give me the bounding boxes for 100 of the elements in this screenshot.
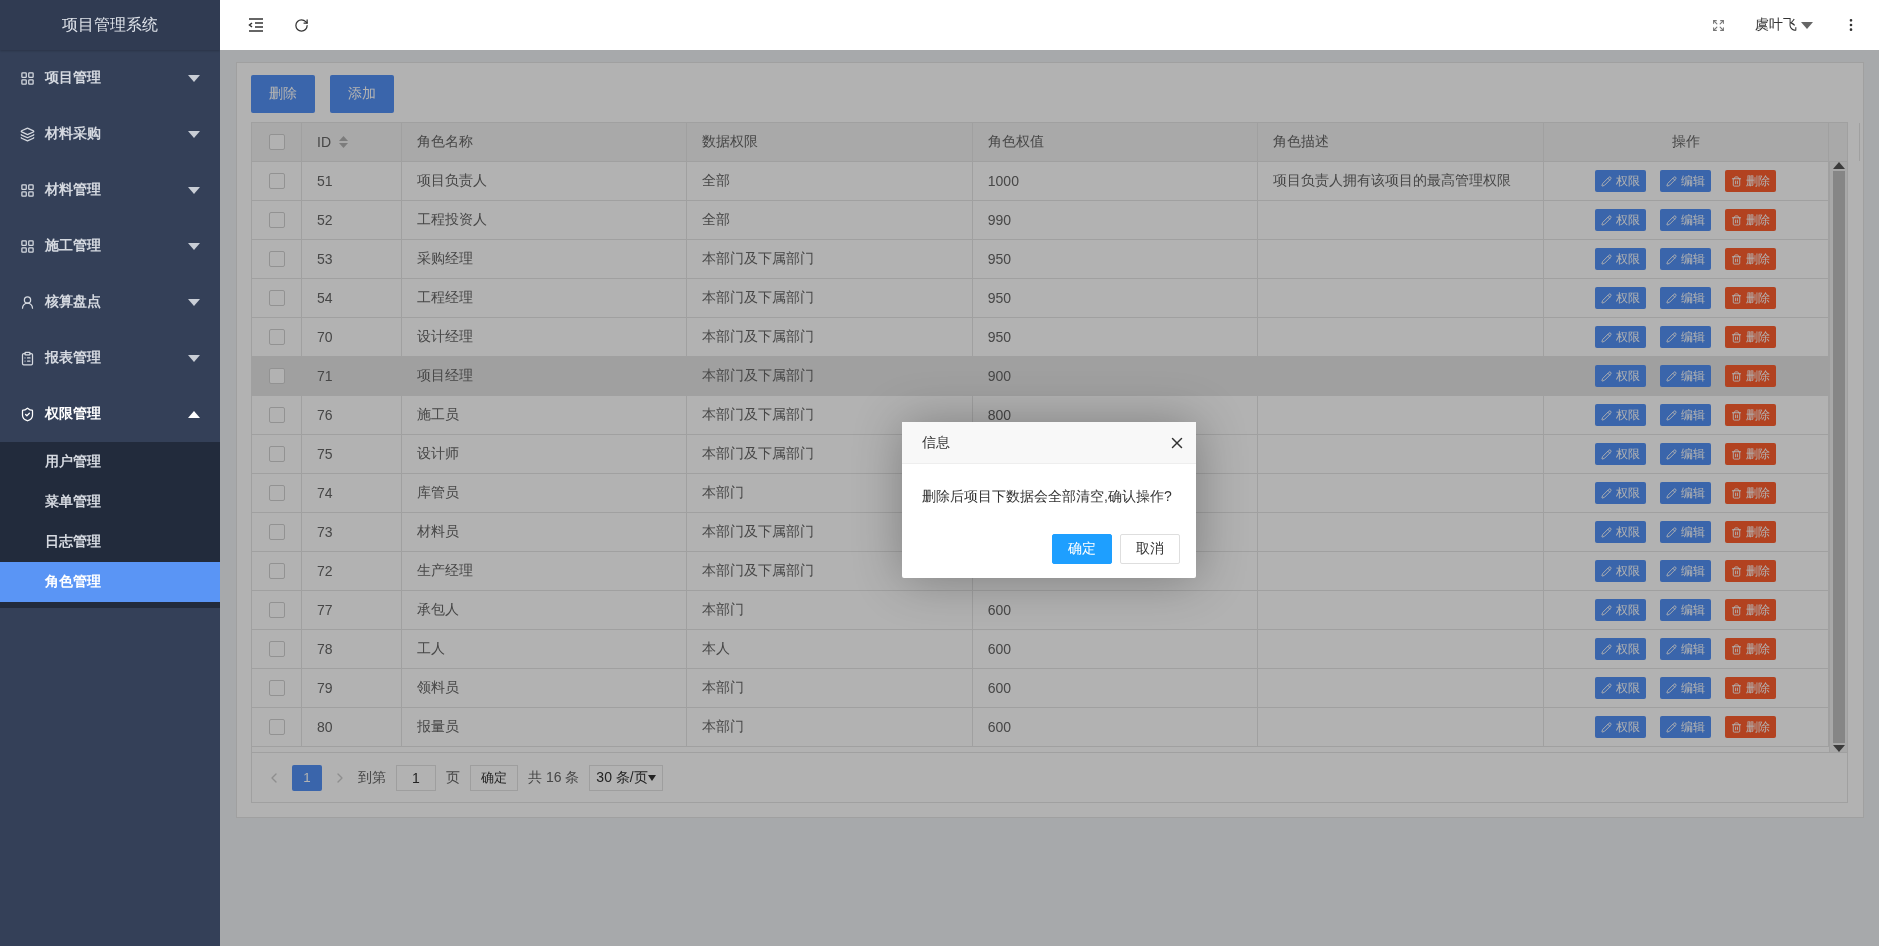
edit-button[interactable]: 编辑 [1660, 677, 1712, 699]
delete-button[interactable]: 删除 [1725, 560, 1777, 582]
table-cell: 设计经理 [417, 328, 473, 346]
edit-button[interactable]: 权限 [1595, 599, 1647, 621]
menu-item[interactable]: 施工管理 [0, 218, 220, 274]
edit-button[interactable]: 编辑 [1660, 170, 1712, 192]
edit-button[interactable]: 编辑 [1660, 482, 1712, 504]
checkbox[interactable] [268, 251, 285, 267]
edit-button[interactable]: 编辑 [1660, 638, 1712, 660]
toolbar-button[interactable]: 删除 [251, 75, 315, 113]
edit-button[interactable]: 权限 [1595, 209, 1647, 231]
delete-button[interactable]: 删除 [1725, 638, 1777, 660]
toolbar-button[interactable]: 添加 [330, 75, 394, 113]
edit-button[interactable]: 编辑 [1660, 326, 1712, 348]
table-row[interactable]: 76 施工员 本部门及下属部门 800 权限 编辑 删除 [252, 396, 1829, 435]
edit-button[interactable]: 权限 [1595, 443, 1647, 465]
table-row[interactable]: 52 工程投资人 全部 990 权限 编辑 删除 [252, 201, 1829, 240]
edit-button[interactable]: 编辑 [1660, 404, 1712, 426]
delete-button[interactable]: 删除 [1725, 521, 1777, 543]
scrollbar[interactable] [1829, 162, 1847, 752]
edit-button[interactable]: 权限 [1595, 521, 1647, 543]
page-size-select[interactable]: 30 条/页 [589, 764, 664, 791]
caret-icon [188, 74, 200, 82]
edit-button[interactable]: 编辑 [1660, 560, 1712, 582]
fullscreen-icon[interactable] [1712, 18, 1725, 32]
delete-button[interactable]: 删除 [1725, 599, 1777, 621]
table-row[interactable]: 51 项目负责人 全部 1000 项目负责人拥有该项目的最高管理权限 权限 编辑 删除 [252, 162, 1829, 201]
table-row[interactable]: 80 报量员 本部门 600 权限 编辑 删除 [252, 708, 1829, 747]
edit-button[interactable]: 权限 [1595, 365, 1647, 387]
submenu-item[interactable]: 用户管理 [0, 442, 220, 482]
edit-button[interactable]: 编辑 [1660, 443, 1712, 465]
submenu-item[interactable]: 日志管理 [0, 522, 220, 562]
edit-button[interactable]: 编辑 [1660, 599, 1712, 621]
checkbox[interactable] [268, 329, 285, 345]
delete-button[interactable]: 删除 [1725, 677, 1777, 699]
menu-item[interactable]: 材料采购 [0, 106, 220, 162]
checkbox[interactable] [268, 680, 285, 696]
delete-button[interactable]: 删除 [1725, 716, 1777, 738]
edit-button[interactable]: 权限 [1595, 482, 1647, 504]
table-row[interactable]: 54 工程经理 本部门及下属部门 950 权限 编辑 删除 [252, 279, 1829, 318]
checkbox[interactable] [268, 212, 285, 228]
checkbox[interactable] [268, 563, 285, 579]
refresh-icon[interactable] [294, 17, 309, 33]
table-row[interactable]: 77 承包人 本部门 600 权限 编辑 删除 [252, 591, 1829, 630]
edit-button[interactable]: 权限 [1595, 560, 1647, 582]
checkbox[interactable] [268, 134, 285, 150]
submenu-item[interactable]: 角色管理 [0, 562, 220, 602]
table-row[interactable]: 53 采购经理 本部门及下属部门 950 权限 编辑 删除 [252, 240, 1829, 279]
page-button[interactable]: 1 [292, 764, 322, 791]
edit-button[interactable]: 编辑 [1660, 287, 1712, 309]
edit-button[interactable]: 权限 [1595, 170, 1647, 192]
checkbox[interactable] [268, 173, 285, 189]
delete-button[interactable]: 删除 [1725, 365, 1777, 387]
table-cell: 项目负责人拥有该项目的最高管理权限 [1273, 172, 1512, 190]
menu-item[interactable]: 材料管理 [0, 162, 220, 218]
edit-button[interactable]: 权限 [1595, 638, 1647, 660]
edit-button[interactable]: 权限 [1595, 326, 1647, 348]
edit-button[interactable]: 编辑 [1660, 521, 1712, 543]
checkbox[interactable] [268, 290, 285, 306]
edit-button[interactable]: 编辑 [1660, 716, 1712, 738]
edit-button[interactable]: 权限 [1595, 677, 1647, 699]
checkbox[interactable] [268, 719, 285, 735]
delete-button[interactable]: 删除 [1725, 443, 1777, 465]
edit-button[interactable]: 权限 [1595, 248, 1647, 270]
delete-button[interactable]: 删除 [1725, 209, 1777, 231]
go-button[interactable]: 确定 [470, 764, 518, 791]
table-row[interactable]: 70 设计经理 本部门及下属部门 950 权限 编辑 删除 [252, 318, 1829, 357]
edit-button[interactable]: 编辑 [1660, 248, 1712, 270]
table-row[interactable]: 71 项目经理 本部门及下属部门 900 权限 编辑 删除 [252, 357, 1829, 396]
menu-item[interactable]: 项目管理 [0, 50, 220, 106]
cancel-button[interactable]: 取消 [1120, 534, 1180, 564]
menu-item[interactable]: 报表管理 [0, 330, 220, 386]
table-row[interactable]: 78 工人 本人 600 权限 编辑 删除 [252, 630, 1829, 669]
checkbox[interactable] [268, 485, 285, 501]
checkbox[interactable] [268, 602, 285, 618]
menu-item[interactable]: 权限管理 [0, 386, 220, 442]
checkbox[interactable] [268, 446, 285, 462]
delete-button[interactable]: 删除 [1725, 248, 1777, 270]
edit-button[interactable]: 权限 [1595, 716, 1647, 738]
delete-button[interactable]: 删除 [1725, 287, 1777, 309]
edit-button[interactable]: 编辑 [1660, 209, 1712, 231]
delete-button[interactable]: 删除 [1725, 482, 1777, 504]
menu-icon[interactable] [248, 18, 264, 32]
checkbox[interactable] [268, 407, 285, 423]
menu-item[interactable]: 核算盘点 [0, 274, 220, 330]
table-row[interactable]: 79 领料员 本部门 600 权限 编辑 删除 [252, 669, 1829, 708]
submenu-item[interactable]: 菜单管理 [0, 482, 220, 522]
delete-button[interactable]: 删除 [1725, 404, 1777, 426]
delete-button[interactable]: 删除 [1725, 326, 1777, 348]
sort-icon[interactable] [339, 136, 348, 148]
edit-button[interactable]: 编辑 [1660, 365, 1712, 387]
checkbox[interactable] [268, 524, 285, 540]
checkbox[interactable] [268, 368, 285, 384]
delete-button[interactable]: 删除 [1725, 170, 1777, 192]
user-menu[interactable]: 虞叶飞 [1755, 16, 1813, 34]
edit-button[interactable]: 权限 [1595, 404, 1647, 426]
checkbox[interactable] [268, 641, 285, 657]
confirm-button[interactable]: 确定 [1052, 534, 1112, 564]
page-input[interactable]: 1 [396, 764, 436, 791]
edit-button[interactable]: 权限 [1595, 287, 1647, 309]
